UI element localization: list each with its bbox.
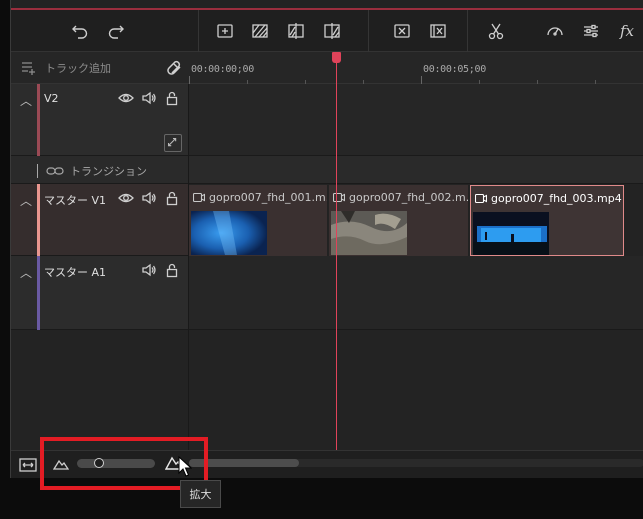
track-lane-v2[interactable] xyxy=(189,84,643,156)
snapshot-icon[interactable] xyxy=(249,20,271,42)
transition-track[interactable]: トランジション xyxy=(11,156,643,184)
split-icon[interactable] xyxy=(285,20,307,42)
speaker-icon[interactable] xyxy=(141,190,157,206)
track-color-bar xyxy=(37,84,40,156)
collapse-chevron-icon[interactable]: ︿ xyxy=(20,264,32,281)
add-track-label: トラック追加 xyxy=(45,62,111,75)
time-ruler[interactable]: 00:00:00;00 00:00:05;00 xyxy=(189,52,643,84)
snap-magnet-icon[interactable] xyxy=(166,58,186,78)
transition-label: トランジション xyxy=(70,165,147,178)
video-camera-icon xyxy=(193,193,205,202)
lock-icon[interactable] xyxy=(164,262,180,278)
clip-thumbnail xyxy=(473,212,549,255)
track-name: V2 xyxy=(44,92,59,105)
speaker-icon[interactable] xyxy=(141,262,157,278)
lock-icon[interactable] xyxy=(164,90,180,106)
add-track-icon xyxy=(22,62,35,75)
track-color-bar xyxy=(37,184,40,256)
fit-to-window-icon[interactable] xyxy=(19,457,37,473)
scissors-icon[interactable] xyxy=(485,20,507,42)
fx-icon[interactable]: fx xyxy=(616,20,638,42)
speaker-icon[interactable] xyxy=(141,90,157,106)
track-color-bar xyxy=(37,256,40,330)
eye-icon[interactable] xyxy=(118,190,134,206)
lock-icon[interactable] xyxy=(164,190,180,206)
video-camera-icon xyxy=(333,193,345,202)
link-toggle-icon[interactable] xyxy=(164,134,182,152)
speed-icon[interactable] xyxy=(544,20,566,42)
freeze-frame-icon[interactable] xyxy=(321,20,343,42)
add-track-button[interactable]: トラック追加 xyxy=(21,60,111,76)
clip-thumbnail xyxy=(191,211,267,255)
track-name: マスター V1 xyxy=(44,194,107,207)
playhead-handle[interactable] xyxy=(332,52,341,63)
clip-name: gopro007_fhd_003.mp4 xyxy=(491,192,622,205)
horizontal-scrollbar[interactable] xyxy=(189,459,643,467)
video-camera-icon xyxy=(475,194,487,203)
mouse-cursor-icon xyxy=(178,456,192,477)
track-header-master-a1[interactable]: ︿ マスター A1 xyxy=(11,256,188,330)
video-clip-selected[interactable]: gopro007_fhd_003.mp4 xyxy=(470,185,624,256)
track-name: マスター A1 xyxy=(44,266,107,279)
zoom-in-tooltip: 拡大 xyxy=(180,480,221,508)
video-clip[interactable]: gopro007_fhd_001.m... xyxy=(189,185,328,256)
timeline-toolbar: fx xyxy=(11,10,643,52)
adjust-icon[interactable] xyxy=(580,20,602,42)
timeline-empty-area[interactable] xyxy=(11,330,643,450)
timecode-start: 00:00:00;00 xyxy=(191,64,254,75)
clip-thumbnail xyxy=(331,211,407,255)
undo-icon[interactable] xyxy=(69,20,91,42)
timeline-panel: fx トラック追加 00:00:00;00 00:00:05;00 ︿ V2 ト… xyxy=(10,0,643,478)
eye-icon[interactable] xyxy=(118,90,134,106)
link-chain-icon xyxy=(46,167,64,175)
clip-name: gopro007_fhd_001.m... xyxy=(209,191,328,204)
timecode-5s: 00:00:05;00 xyxy=(423,64,486,75)
delete-icon[interactable] xyxy=(391,20,413,42)
ripple-delete-icon[interactable] xyxy=(427,20,449,42)
collapse-chevron-icon[interactable]: ︿ xyxy=(20,92,32,109)
header-lane-divider xyxy=(188,84,189,450)
collapse-chevron-icon[interactable]: ︿ xyxy=(20,192,32,209)
track-header-master-v1[interactable]: ︿ マスター V1 xyxy=(11,184,188,256)
playhead-line[interactable] xyxy=(336,52,337,450)
track-lane-master-a1[interactable] xyxy=(189,256,643,330)
timeline-header: トラック追加 00:00:00;00 00:00:05;00 xyxy=(11,52,643,84)
redo-icon[interactable] xyxy=(105,20,127,42)
clip-name: gopro007_fhd_002.m... xyxy=(349,191,469,204)
video-clip[interactable]: gopro007_fhd_002.m... xyxy=(329,185,469,256)
track-header-v2[interactable]: ︿ V2 xyxy=(11,84,188,156)
add-marker-icon[interactable] xyxy=(214,20,236,42)
